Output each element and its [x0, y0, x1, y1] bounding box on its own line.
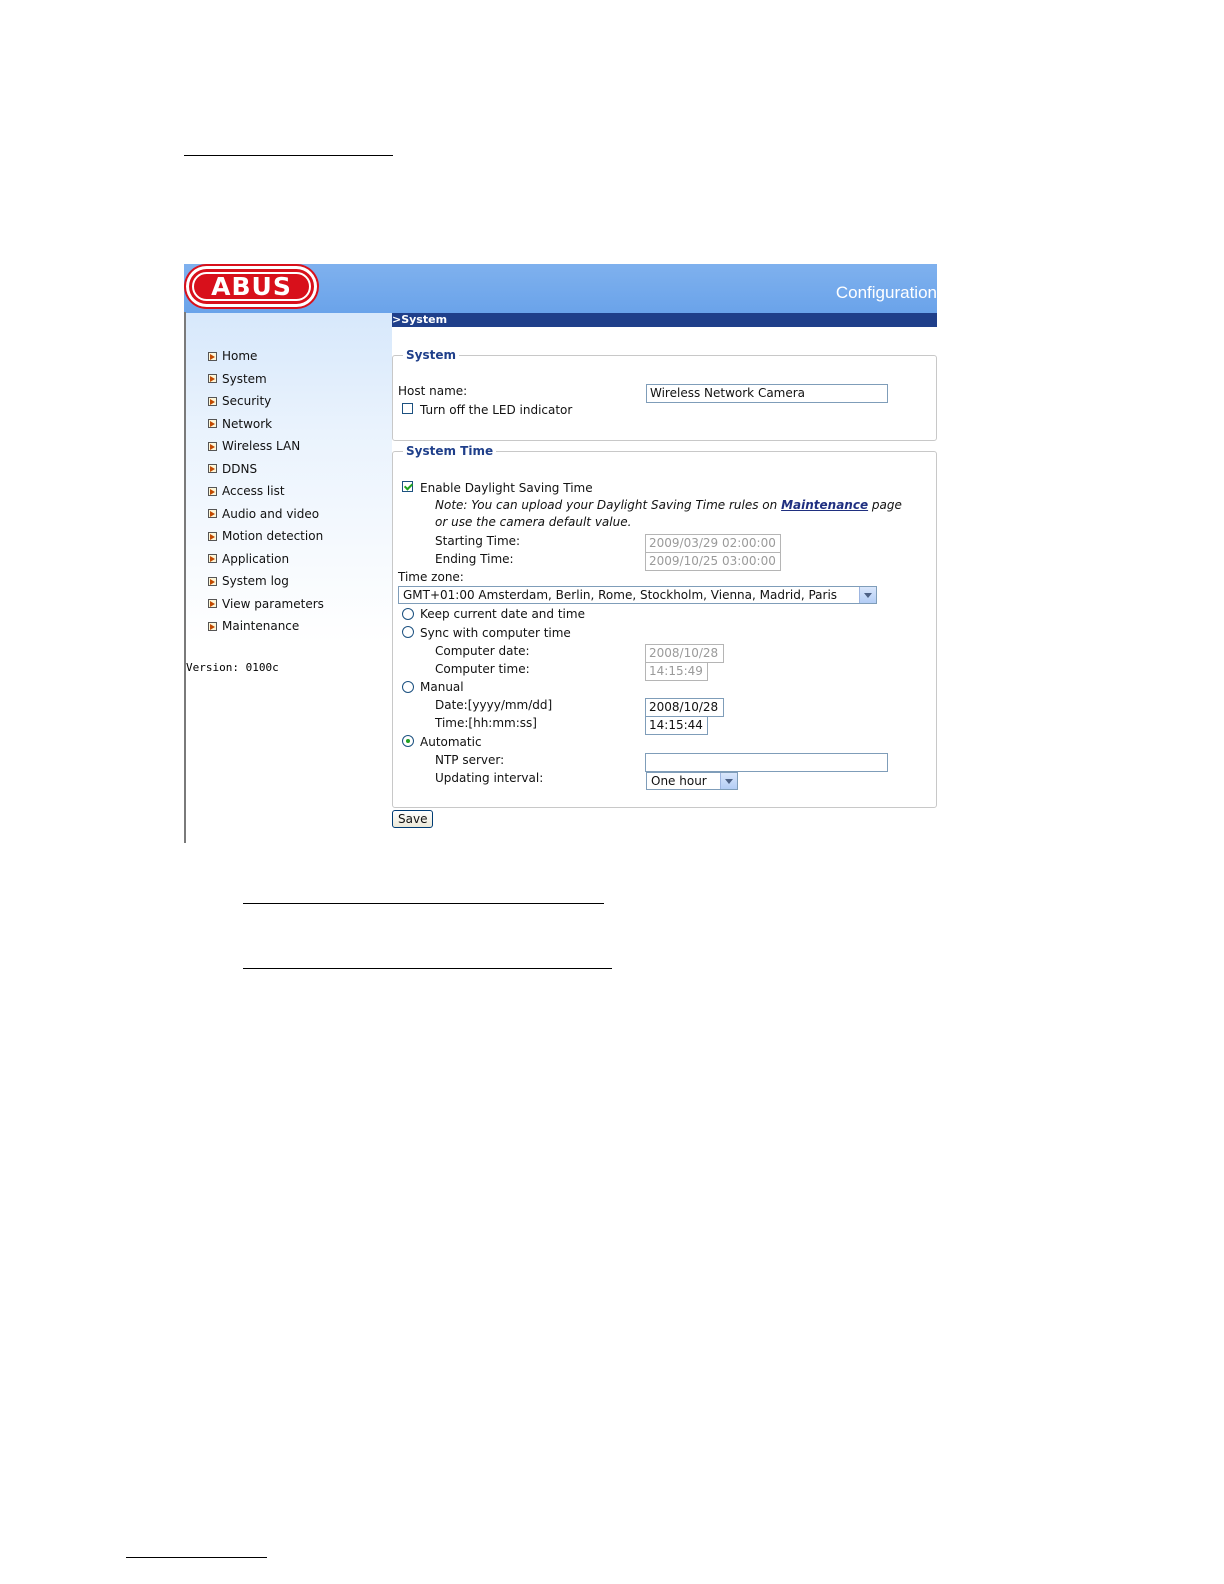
sidebar-item-label: Home	[222, 349, 258, 364]
sidebar-item-home[interactable]: Home	[208, 345, 324, 368]
config-screenshot: ABUS Configuration Home System Security …	[184, 264, 937, 843]
sidebar-item-label: Maintenance	[222, 619, 300, 634]
arrow-icon	[208, 486, 217, 496]
logo-text: ABUS	[211, 272, 292, 301]
time-zone-label: Time zone:	[398, 570, 464, 584]
arrow-icon	[208, 374, 217, 384]
ntp-server-input[interactable]	[645, 753, 888, 772]
save-button[interactable]: Save	[392, 810, 434, 828]
manual-radio[interactable]	[402, 681, 414, 693]
manual-date-input[interactable]: 2008/10/28	[645, 698, 724, 717]
system-legend: System	[406, 348, 456, 362]
end-time-label: Ending Time:	[435, 552, 514, 566]
arrow-icon	[208, 419, 217, 429]
automatic-label: Automatic	[420, 735, 482, 749]
sidebar-item-network[interactable]: Network	[208, 413, 324, 436]
header-bar: ABUS Configuration	[184, 264, 937, 313]
arrow-icon	[208, 396, 217, 406]
manual-date-label: Date:[yyyy/mm/dd]	[435, 698, 553, 712]
arrow-icon	[208, 621, 217, 631]
sidebar-item-label: Application	[222, 551, 290, 566]
arrow-icon	[208, 351, 217, 361]
section-title-bar: >System	[392, 313, 937, 327]
sidebar-item-label: Access list	[222, 484, 285, 499]
led-label: Turn off the LED indicator	[420, 403, 573, 417]
keep-time-radio[interactable]	[402, 608, 414, 620]
sidebar-item-access-list[interactable]: Access list	[208, 480, 324, 503]
start-time-label: Starting Time:	[435, 534, 521, 548]
maintenance-link[interactable]: Maintenance	[781, 498, 868, 512]
arrow-icon	[208, 599, 217, 609]
sync-computer-label: Sync with computer time	[420, 626, 571, 640]
arrow-icon	[208, 464, 217, 474]
led-checkbox[interactable]	[402, 403, 413, 414]
abus-logo: ABUS	[186, 266, 317, 307]
sidebar-item-system-log[interactable]: System log	[208, 570, 324, 593]
start-time-input[interactable]: 2009/03/29 02:00:00	[645, 534, 781, 553]
host-name-label: Host name:	[398, 384, 468, 398]
system-time-legend: System Time	[406, 444, 494, 458]
arrow-icon	[208, 441, 217, 451]
manual-label: Manual	[420, 680, 464, 694]
dst-label: Enable Daylight Saving Time	[420, 481, 593, 495]
top-rule	[184, 155, 393, 156]
sidebar-item-label: Motion detection	[222, 529, 324, 544]
keep-time-label: Keep current date and time	[420, 607, 585, 621]
sidebar-item-system[interactable]: System	[208, 368, 324, 391]
sync-computer-radio[interactable]	[402, 626, 414, 638]
updating-interval-select[interactable]: One hour	[646, 772, 738, 790]
sidebar-item-view-parameters[interactable]: View parameters	[208, 593, 324, 616]
sidebar-item-ddns[interactable]: DDNS	[208, 458, 324, 481]
time-zone-select[interactable]: GMT+01:00 Amsterdam, Berlin, Rome, Stock…	[398, 586, 877, 604]
manual-time-input[interactable]: 14:15:44	[645, 716, 708, 735]
chevron-down-icon	[859, 587, 876, 603]
computer-date-input[interactable]: 2008/10/28	[645, 644, 724, 663]
sidebar-item-motion-detection[interactable]: Motion detection	[208, 525, 324, 548]
arrow-icon	[208, 531, 217, 541]
sidebar-item-label: Network	[222, 416, 273, 431]
manual-time-label: Time:[hh:mm:ss]	[435, 716, 537, 730]
arrow-icon	[208, 576, 217, 586]
sidebar-item-security[interactable]: Security	[208, 390, 324, 413]
sidebar-item-label: System log	[222, 574, 289, 589]
sidebar-item-label: Wireless LAN	[222, 439, 301, 454]
sidebar: Home System Security Network Wireless LA…	[186, 313, 392, 843]
computer-time-label: Computer time:	[435, 662, 530, 676]
host-name-input[interactable]: Wireless Network Camera	[646, 384, 888, 403]
sidebar-item-maintenance[interactable]: Maintenance	[208, 615, 324, 638]
dst-note: Note: You can upload your Daylight Savin…	[435, 498, 902, 529]
sidebar-item-label: Audio and video	[222, 506, 320, 521]
sidebar-item-label: DDNS	[222, 461, 258, 476]
sidebar-item-application[interactable]: Application	[208, 548, 324, 571]
computer-time-input[interactable]: 14:15:49	[645, 662, 708, 681]
dst-checkbox[interactable]	[402, 481, 413, 492]
caption-rule-1	[243, 903, 604, 904]
updating-interval-label: Updating interval:	[435, 771, 544, 785]
automatic-radio[interactable]	[402, 735, 414, 747]
sidebar-item-label: View parameters	[222, 596, 324, 611]
computer-date-label: Computer date:	[435, 644, 530, 658]
end-time-input[interactable]: 2009/10/25 03:00:00	[645, 552, 781, 571]
sidebar-item-audio-video[interactable]: Audio and video	[208, 503, 324, 526]
arrow-icon	[208, 554, 217, 564]
sidebar-item-label: System	[222, 371, 267, 386]
ntp-server-label: NTP server:	[435, 753, 505, 767]
sidebar-nav: Home System Security Network Wireless LA…	[208, 345, 324, 638]
chevron-down-icon	[720, 773, 737, 789]
version-label: Version: 0100c	[186, 661, 279, 674]
sidebar-item-wireless-lan[interactable]: Wireless LAN	[208, 435, 324, 458]
caption-rule-2	[243, 968, 612, 969]
arrow-icon	[208, 509, 217, 519]
app-title: Configuration	[835, 283, 937, 302]
sidebar-item-label: Security	[222, 394, 272, 409]
footer-rule	[126, 1557, 267, 1558]
